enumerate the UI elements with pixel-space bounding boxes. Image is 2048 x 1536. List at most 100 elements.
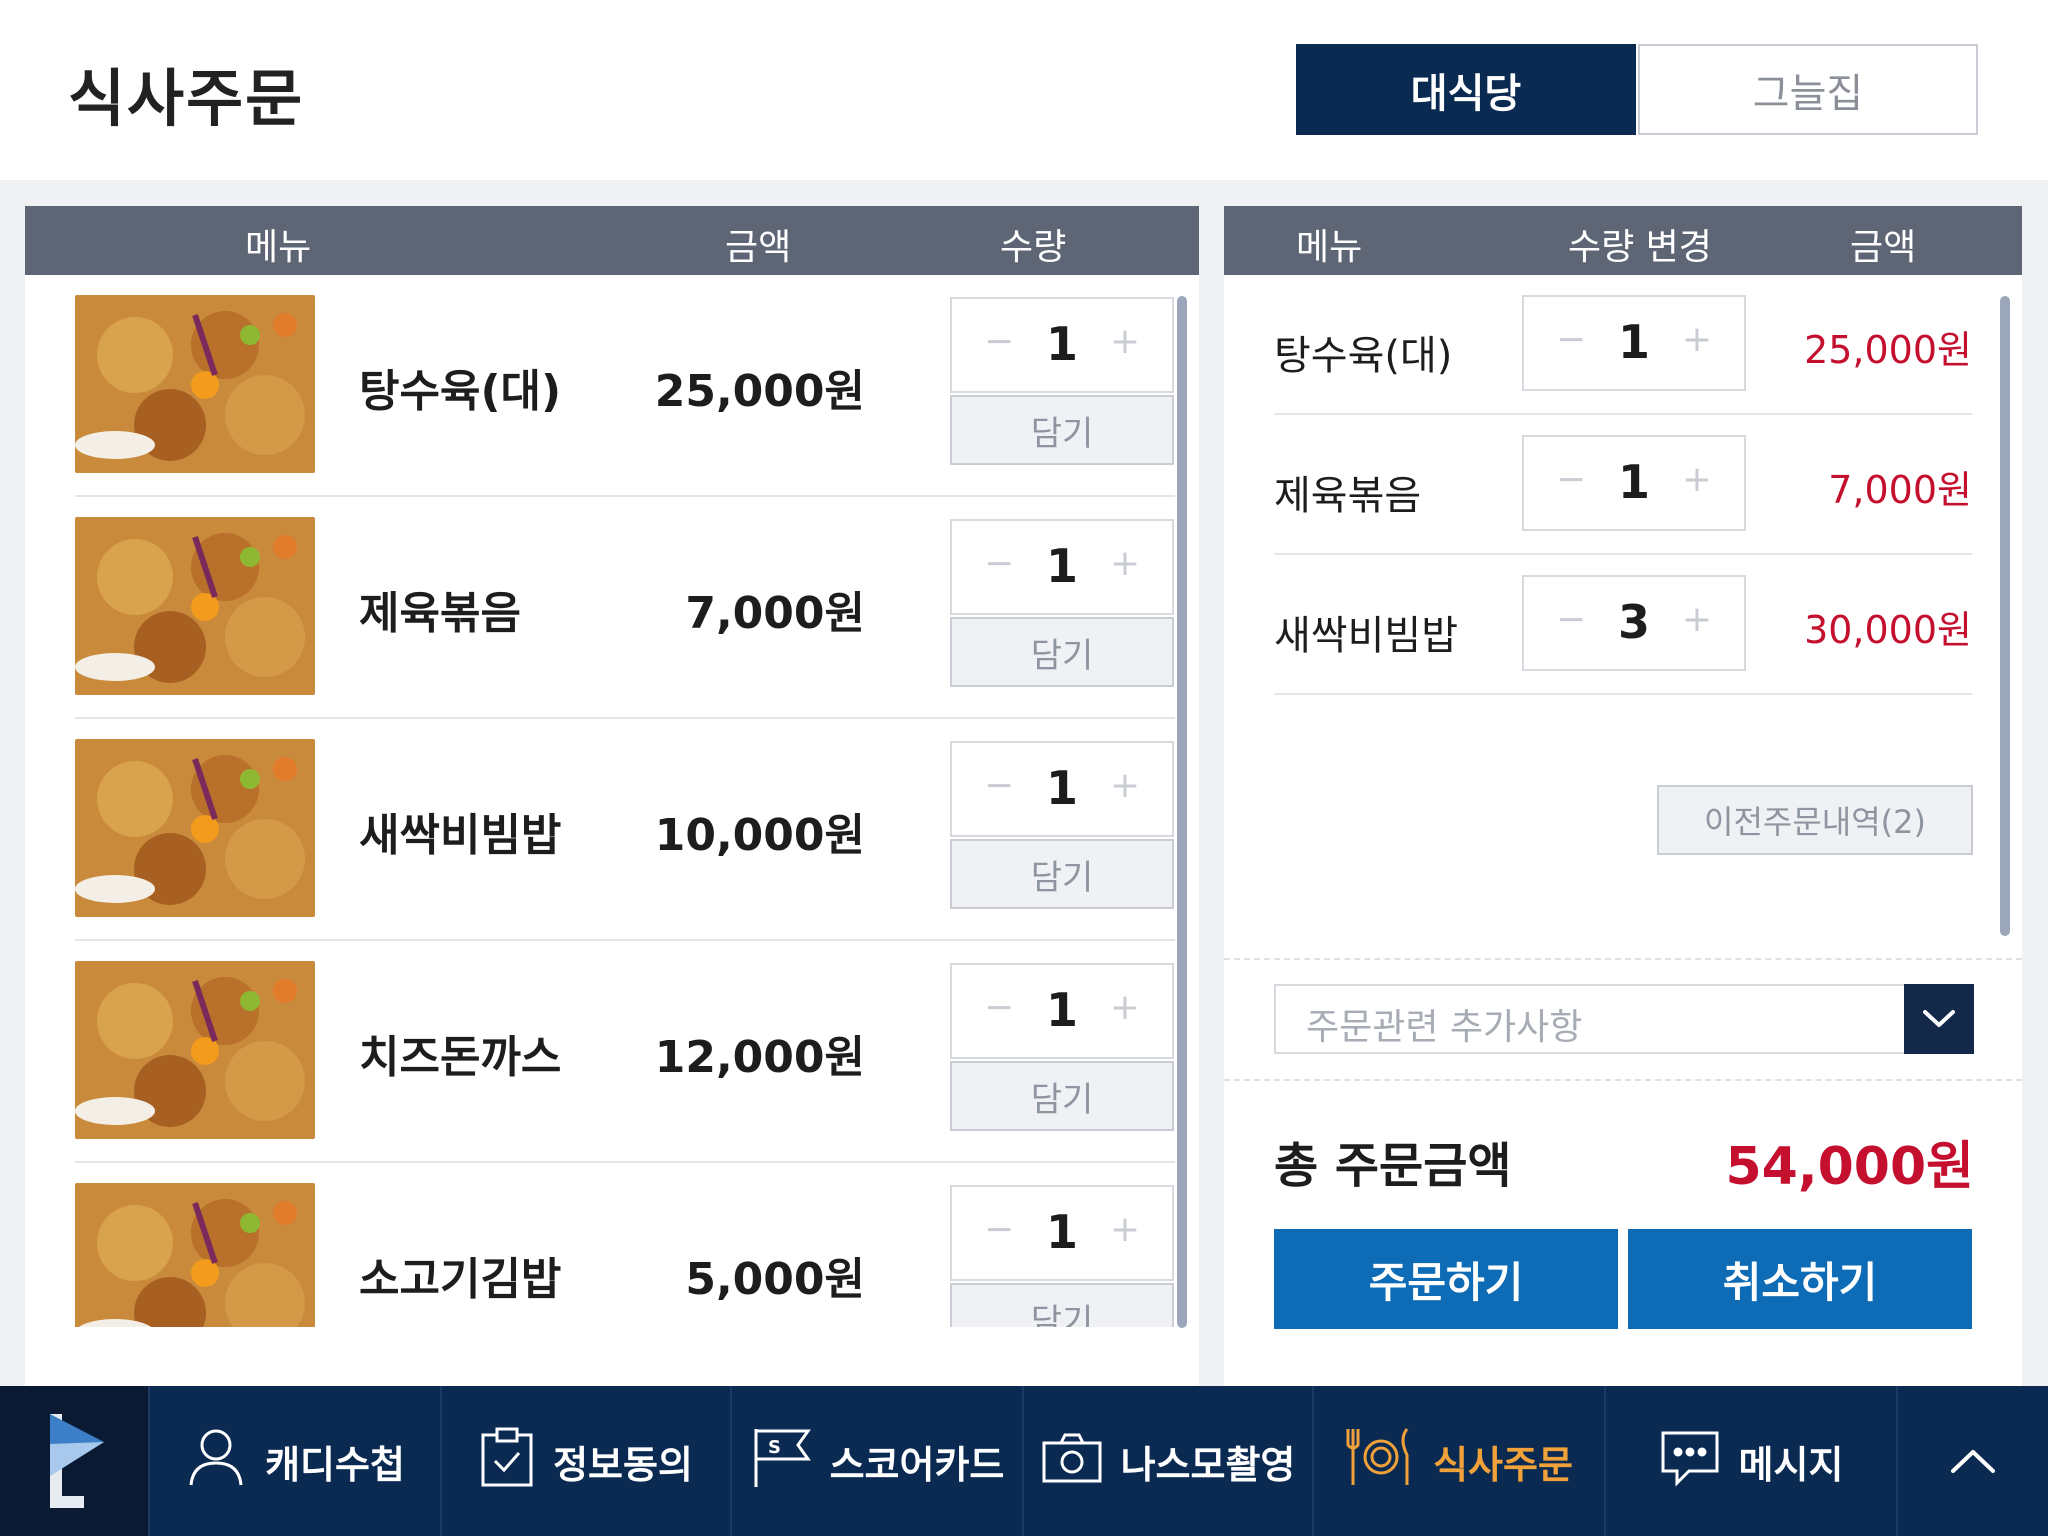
menu-item-price: 12,000원: [654, 1032, 865, 1083]
app-logo[interactable]: [0, 1386, 148, 1536]
plus-button[interactable]: +: [1682, 319, 1712, 360]
food-image: [75, 517, 315, 695]
quantity-stepper: − 1 +: [1522, 435, 1746, 531]
order-item-name: 제육볶음: [1274, 473, 1422, 519]
nav-label: 식사주문: [1433, 1442, 1573, 1487]
plus-button[interactable]: +: [1682, 599, 1712, 640]
order-item-amount: 7,000원: [1828, 468, 1972, 512]
quantity-stepper: − 3 +: [1522, 575, 1746, 671]
svg-text:S: S: [768, 1437, 781, 1458]
menu-row: 새싹비빔밥 10,000원 − 1 + 담기: [75, 719, 1175, 941]
order-item-amount: 25,000원: [1804, 328, 1972, 372]
menu-row: 치즈돈까스 12,000원 − 1 + 담기: [75, 941, 1175, 1163]
quantity-stepper: − 1 +: [950, 1185, 1174, 1281]
nav-info-consent[interactable]: 정보동의: [440, 1386, 730, 1536]
person-icon: [185, 1425, 247, 1498]
header-menu: 메뉴: [245, 227, 312, 268]
cancel-button[interactable]: 취소하기: [1628, 1229, 1972, 1329]
add-to-order-button[interactable]: 담기: [950, 617, 1174, 687]
message-icon: [1659, 1427, 1721, 1496]
order-item-name: 새싹비빔밥: [1274, 613, 1458, 659]
order-note-placeholder: 주문관련 추가사항: [1306, 1007, 1583, 1048]
order-list[interactable]: 탕수육(대) − 1 + 25,000원 제육볶음 − 1 + 7,000원 새…: [1224, 275, 2022, 935]
order-button[interactable]: 주문하기: [1274, 1229, 1618, 1329]
divider: [1224, 958, 2022, 960]
nav-label: 나스모촬영: [1120, 1442, 1296, 1487]
quantity-stepper: − 1 +: [950, 741, 1174, 837]
order-item-name: 탕수육(대): [1274, 333, 1453, 379]
nav-label: 정보동의: [553, 1442, 693, 1487]
header-qty: 수량: [1000, 227, 1067, 268]
clipboard-check-icon: [479, 1425, 535, 1498]
order-row: 제육볶음 − 1 + 7,000원: [1274, 415, 1972, 555]
order-row: 탕수육(대) − 1 + 25,000원: [1274, 275, 1972, 415]
plus-button[interactable]: +: [1110, 987, 1140, 1028]
dining-icon: [1345, 1425, 1415, 1498]
food-image: [75, 1183, 315, 1327]
quantity-stepper: − 1 +: [950, 519, 1174, 615]
menu-item-price: 25,000원: [654, 366, 865, 417]
add-to-order-button[interactable]: 담기: [950, 395, 1174, 465]
menu-panel: 메뉴 금액 수량 탕수육(대) 25,000원 − 1 + 담기 제육볶음 7,…: [25, 206, 1199, 1386]
menu-item-price: 5,000원: [685, 1254, 865, 1305]
plus-button[interactable]: +: [1110, 765, 1140, 806]
menu-row: 소고기김밥 5,000원 − 1 + 담기: [75, 1163, 1175, 1327]
menu-item-price: 7,000원: [685, 588, 865, 639]
menu-item-name: 치즈돈까스: [359, 1032, 562, 1083]
header-amount: 금액: [1850, 227, 1917, 268]
header: 식사주문 대식당 그늘집: [0, 0, 2048, 180]
nav-message[interactable]: 메시지: [1604, 1386, 1896, 1536]
previous-orders-button[interactable]: 이전주문내역(2): [1657, 785, 1973, 855]
order-table-header: 메뉴 수량 변경 금액: [1224, 206, 2022, 275]
order-panel: 메뉴 수량 변경 금액 탕수육(대) − 1 + 25,000원 제육볶음 − …: [1224, 206, 2022, 1386]
nav-meal-order[interactable]: 식사주문: [1312, 1386, 1604, 1536]
camera-icon: [1041, 1431, 1103, 1492]
menu-item-name: 제육볶음: [359, 588, 521, 639]
menu-item-name: 소고기김밥: [359, 1254, 562, 1305]
score-flag-icon: S: [750, 1425, 812, 1498]
tab-shade-house[interactable]: 그늘집: [1638, 44, 1978, 135]
plus-button[interactable]: +: [1110, 1209, 1140, 1250]
plus-button[interactable]: +: [1110, 543, 1140, 584]
total-label: 총 주문금액: [1274, 1138, 1512, 1194]
nav-label: 캐디수첩: [265, 1442, 405, 1487]
quantity-stepper: − 1 +: [950, 963, 1174, 1059]
header-qty-change: 수량 변경: [1568, 227, 1712, 268]
nav-label: 스코어카드: [829, 1442, 1005, 1487]
food-image: [75, 295, 315, 473]
nav-caddie-notebook[interactable]: 캐디수첩: [148, 1386, 440, 1536]
chevron-up-icon[interactable]: [1896, 1386, 2048, 1536]
menu-item-name: 새싹비빔밥: [359, 810, 562, 861]
quantity-stepper: − 1 +: [1522, 295, 1746, 391]
nav-nasmo-capture[interactable]: 나스모촬영: [1022, 1386, 1312, 1536]
order-scrollbar[interactable]: [2000, 296, 2010, 936]
order-item-amount: 30,000원: [1804, 608, 1972, 652]
divider: [1224, 1079, 2022, 1081]
order-row: 새싹비빔밥 − 3 + 30,000원: [1274, 555, 1972, 695]
chevron-down-icon[interactable]: [1904, 984, 1974, 1054]
menu-item-name: 탕수육(대): [359, 366, 562, 417]
menu-list[interactable]: 탕수육(대) 25,000원 − 1 + 담기 제육볶음 7,000원 − 1 …: [25, 275, 1199, 1327]
header-menu: 메뉴: [1296, 227, 1363, 268]
food-image: [75, 961, 315, 1139]
menu-row: 탕수육(대) 25,000원 − 1 + 담기: [75, 275, 1175, 497]
plus-button[interactable]: +: [1682, 459, 1712, 500]
add-to-order-button[interactable]: 담기: [950, 839, 1174, 909]
bottom-nav: 캐디수첩 정보동의 S 스코어카드 나스모촬영 식사주문 메시지: [0, 1386, 2048, 1536]
menu-item-price: 10,000원: [654, 810, 865, 861]
menu-scrollbar[interactable]: [1177, 296, 1187, 1328]
page-title: 식사주문: [68, 62, 305, 135]
total-amount: 54,000원: [1725, 1137, 1974, 1197]
plus-button[interactable]: +: [1110, 321, 1140, 362]
menu-table-header: 메뉴 금액 수량: [25, 206, 1199, 275]
nav-label: 메시지: [1738, 1442, 1844, 1487]
quantity-stepper: − 1 +: [950, 297, 1174, 393]
add-to-order-button[interactable]: 담기: [950, 1283, 1174, 1327]
tab-main-restaurant[interactable]: 대식당: [1296, 44, 1636, 135]
order-note-select[interactable]: 주문관련 추가사항: [1274, 984, 1974, 1054]
menu-row: 제육볶음 7,000원 − 1 + 담기: [75, 497, 1175, 719]
header-price: 금액: [725, 227, 792, 268]
food-image: [75, 739, 315, 917]
nav-scorecard[interactable]: S 스코어카드: [730, 1386, 1022, 1536]
add-to-order-button[interactable]: 담기: [950, 1061, 1174, 1131]
